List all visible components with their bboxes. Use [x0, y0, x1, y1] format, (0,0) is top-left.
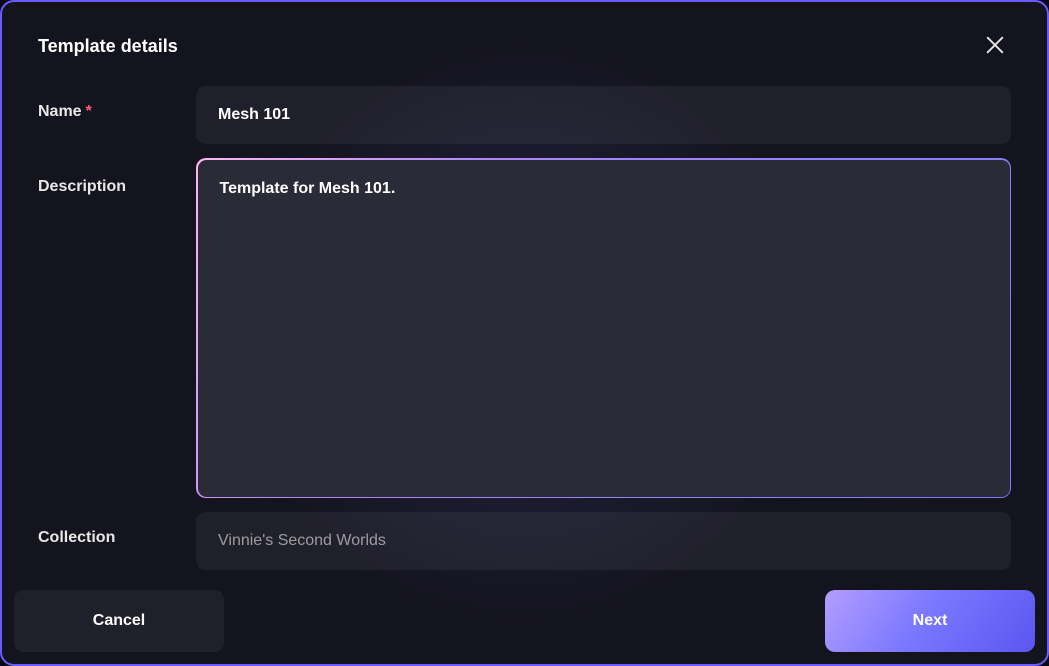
dialog-footer: Cancel Next: [14, 590, 1035, 652]
collection-label-col: Collection: [38, 512, 196, 547]
cancel-button[interactable]: Cancel: [14, 590, 224, 652]
collection-input[interactable]: [196, 512, 1011, 570]
collection-input-col: [196, 512, 1011, 570]
name-row: Name*: [38, 86, 1011, 144]
description-label: Description: [38, 178, 126, 195]
description-focus-ring: [196, 158, 1011, 498]
description-input-col: [196, 158, 1011, 498]
name-input-col: [196, 86, 1011, 144]
next-button[interactable]: Next: [825, 590, 1035, 652]
name-label-col: Name*: [38, 86, 196, 121]
dialog-header: Template details: [2, 2, 1047, 86]
form-body: Name* Description Collection: [2, 86, 1047, 570]
name-label: Name: [38, 103, 82, 120]
close-icon: [984, 34, 1006, 59]
collection-row: Collection: [38, 512, 1011, 570]
template-details-dialog: Template details Name* Description: [0, 0, 1049, 666]
collection-label: Collection: [38, 529, 115, 546]
description-input[interactable]: [198, 160, 1010, 497]
name-input[interactable]: [196, 86, 1011, 144]
dialog-title: Template details: [38, 36, 178, 57]
description-row: Description: [38, 158, 1011, 498]
close-button[interactable]: [979, 30, 1011, 62]
description-label-col: Description: [38, 158, 196, 196]
required-asterisk: *: [86, 103, 92, 120]
